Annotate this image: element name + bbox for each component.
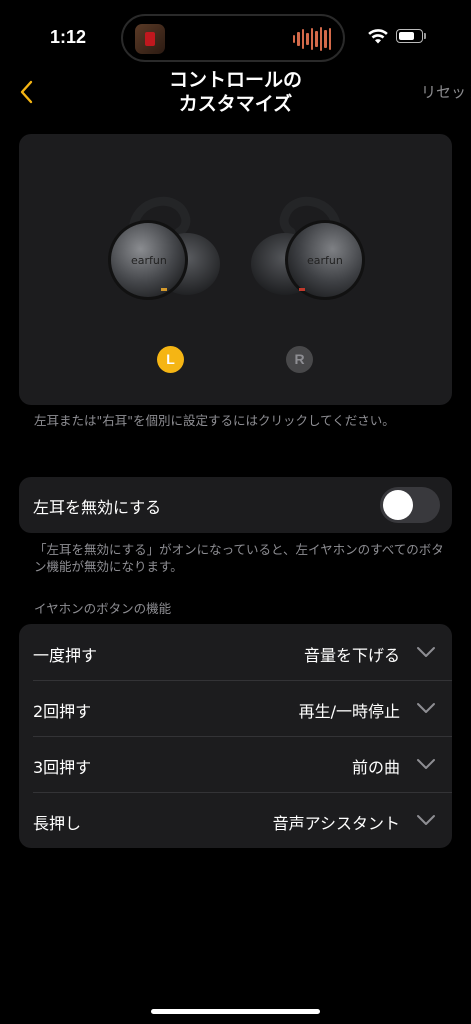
left-ear-badge[interactable]: L	[157, 346, 184, 373]
page-title: コントロールの カスタマイズ	[120, 68, 351, 116]
chevron-left-icon	[20, 80, 33, 104]
function-value: 再生/一時停止	[298, 702, 400, 721]
disable-left-label: 左耳を無効にする	[33, 498, 162, 517]
right-ear-badge[interactable]: R	[286, 346, 313, 373]
right-earbud-image[interactable]: earfun	[245, 190, 367, 302]
toggle-knob	[383, 490, 413, 520]
status-time: 1:12	[50, 27, 87, 47]
page-title-line2: カスタマイズ	[178, 93, 293, 115]
right-earbud-logo: earfun	[307, 254, 343, 267]
function-row-double-press[interactable]: 2回押す 再生/一時停止	[19, 680, 452, 736]
earbuds-selector-card: earfun earfun L R	[19, 134, 452, 405]
reset-button[interactable]: リセット	[421, 81, 471, 102]
function-label: 長押し	[33, 814, 82, 833]
disable-left-toggle[interactable]	[380, 487, 440, 523]
chevron-down-icon	[417, 703, 435, 713]
function-label: 一度押す	[33, 646, 98, 665]
button-functions-header: イヤホンのボタンの機能	[34, 601, 172, 616]
left-earbud-logo: earfun	[131, 254, 167, 267]
function-label: 2回押す	[33, 702, 92, 721]
earbud-select-note: 左耳または"右耳"を個別に設定するにはクリックしてください。	[34, 413, 395, 428]
function-value: 音量を下げる	[303, 646, 400, 665]
battery-level	[398, 31, 415, 40]
disable-left-row: 左耳を無効にする	[19, 477, 452, 533]
battery-tip	[424, 33, 426, 39]
left-earbud-image[interactable]: earfun	[105, 190, 225, 302]
chevron-down-icon	[417, 647, 435, 657]
function-label: 3回押す	[33, 758, 92, 777]
now-playing-artwork	[135, 24, 165, 54]
wifi-icon	[368, 29, 388, 44]
button-functions-list: 一度押す 音量を下げる 2回押す 再生/一時停止 3回押す 前の曲 長押し 音声…	[19, 624, 452, 848]
battery-icon	[396, 29, 423, 43]
dynamic-island[interactable]	[121, 14, 345, 62]
back-button[interactable]	[12, 76, 44, 108]
function-row-single-press[interactable]: 一度押す 音量を下げる	[19, 624, 452, 680]
status-bar: 1:12	[0, 0, 471, 72]
function-row-long-press[interactable]: 長押し 音声アシスタント	[19, 792, 452, 848]
audio-waveform-icon	[292, 27, 331, 51]
home-indicator[interactable]	[151, 1009, 320, 1014]
page-title-line1: コントロールの	[168, 69, 302, 91]
chevron-down-icon	[417, 759, 435, 769]
function-value: 前の曲	[351, 758, 400, 777]
chevron-down-icon	[417, 815, 435, 825]
function-row-triple-press[interactable]: 3回押す 前の曲	[19, 736, 452, 792]
function-value: 音声アシスタント	[272, 814, 400, 833]
disable-left-note: 「左耳を無効にする」がオンになっていると、左イヤホンのすべてのボタン機能が無効に…	[34, 542, 444, 574]
